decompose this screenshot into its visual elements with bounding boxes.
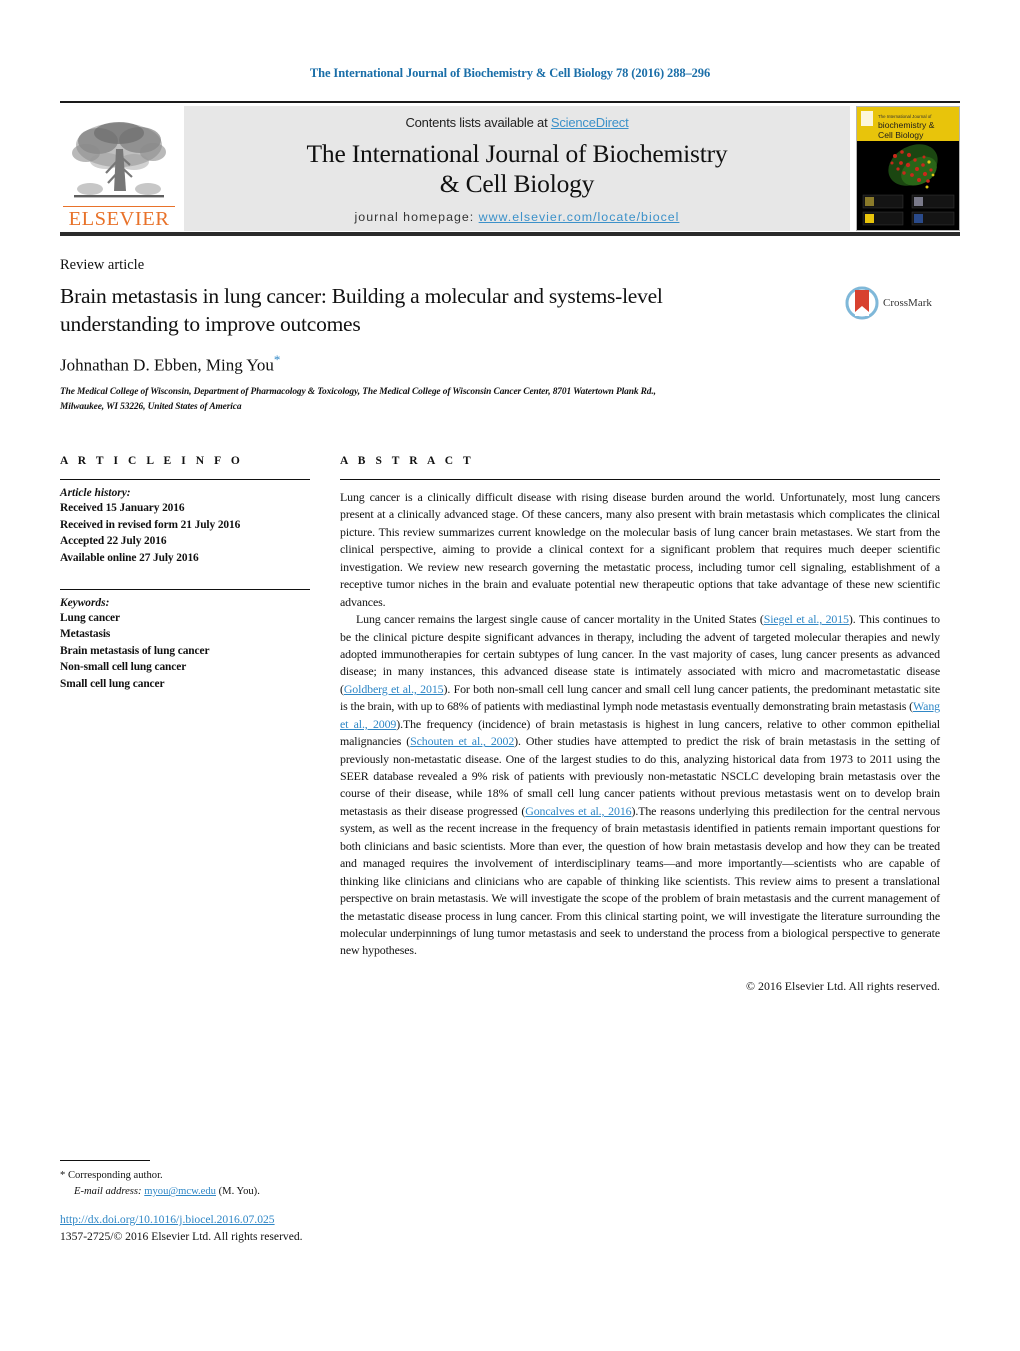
- journal-homepage-line: journal homepage: www.elsevier.com/locat…: [355, 210, 680, 224]
- keyword-item: Metastasis: [60, 628, 111, 641]
- email-suffix: (M. You).: [218, 1186, 260, 1198]
- keywords-block: Keywords: Lung cancer Metastasis Brain m…: [60, 597, 310, 693]
- history-item: Received 15 January 2016: [60, 502, 185, 514]
- crossmark-icon: [845, 286, 879, 320]
- citation-link[interactable]: Wang et al., 2009: [340, 699, 940, 730]
- journal-cover-thumbnail: The International Journal of biochemistr…: [856, 106, 960, 231]
- article-type-label: Review article: [60, 257, 145, 273]
- email-note: E-mail address: myou@mcw.edu (M. You).: [60, 1184, 660, 1200]
- abstract-column: A B S T R A C T Lung cancer is a clinica…: [340, 455, 940, 994]
- footnote-rule: [60, 1160, 150, 1161]
- history-item: Accepted 22 July 2016: [60, 535, 167, 548]
- elsevier-logo: ELSEVIER: [60, 106, 178, 231]
- svg-text:Cell Biology: Cell Biology: [878, 130, 924, 140]
- page-title: Brain metastasis in lung cancer: Buildin…: [60, 284, 663, 336]
- keyword-item: Brain metastasis of lung cancer: [60, 644, 210, 657]
- crossmark-badge[interactable]: CrossMark: [845, 286, 932, 320]
- citation-link[interactable]: Siegel et al., 2015: [764, 612, 849, 626]
- issn-copyright-line: 1357-2725/© 2016 Elsevier Ltd. All right…: [60, 1229, 303, 1243]
- journal-title: The International Journal of Biochemistr…: [307, 139, 728, 199]
- citation-link[interactable]: Schouten et al., 2002: [410, 734, 514, 748]
- keyword-item: Small cell lung cancer: [60, 678, 165, 691]
- sciencedirect-link[interactable]: ScienceDirect: [551, 115, 629, 130]
- email-link[interactable]: myou@mcw.edu: [144, 1186, 216, 1197]
- abstract-rule: [340, 479, 940, 480]
- corresponding-author-note: * Corresponding author.: [60, 1170, 163, 1181]
- abstract-heading: A B S T R A C T: [340, 455, 475, 467]
- author-list: Johnathan D. Ebben, Ming You*: [60, 352, 280, 376]
- author-names: Johnathan D. Ebben, Ming You: [60, 355, 274, 375]
- corresponding-author-marker: *: [273, 352, 281, 367]
- doi-link[interactable]: http://dx.doi.org/10.1016/j.biocel.2016.…: [60, 1213, 275, 1226]
- contents-prefix-text: Contents lists available at: [405, 114, 551, 130]
- abstract-paragraph-1: Lung cancer is a clinically difficult di…: [340, 490, 940, 609]
- footnote-block: * Corresponding author. E-mail address: …: [60, 1168, 660, 1200]
- history-item: Received in revised form 21 July 2016: [60, 518, 241, 531]
- cover-artwork-icon: The International Journal of biochemistr…: [857, 107, 959, 230]
- title-top-rule: [60, 232, 960, 236]
- journal-band: Contents lists available at ScienceDirec…: [184, 106, 850, 231]
- elsevier-wordmark: ELSEVIER: [63, 205, 175, 230]
- article-info-heading: A R T I C L E I N F O: [60, 455, 244, 467]
- abstract-paragraph-2: Lung cancer remains the largest single c…: [340, 612, 941, 958]
- journal-homepage-link[interactable]: www.elsevier.com/locate/biocel: [479, 210, 680, 224]
- article-history-label: Article history:: [60, 487, 131, 499]
- keywords-rule: [60, 588, 310, 590]
- article-info-column: A R T I C L E I N F O Article history: R…: [60, 455, 310, 693]
- copyright-notice: © 2016 Elsevier Ltd. All rights reserved…: [746, 978, 940, 993]
- svg-text:The International Journal of: The International Journal of: [878, 114, 932, 119]
- doi-block: http://dx.doi.org/10.1016/j.biocel.2016.…: [60, 1212, 303, 1246]
- history-item: Available online 27 July 2016: [60, 551, 199, 564]
- citation-link[interactable]: Goncalves et al., 2016: [525, 804, 631, 818]
- article-info-rule: [60, 479, 310, 480]
- affiliation: The Medical College of Wisconsin, Depart…: [60, 387, 656, 412]
- keywords-label: Keywords:: [60, 596, 110, 609]
- citation-link[interactable]: Goldberg et al., 2015: [344, 682, 444, 696]
- running-head: The International Journal of Biochemistr…: [309, 66, 711, 80]
- contents-list-line: Contents lists available at ScienceDirec…: [405, 115, 628, 130]
- email-label: E-mail address:: [74, 1186, 142, 1198]
- journal-article-page: The International Journal of Biochemistr…: [0, 0, 1020, 1351]
- journal-title-line2: & Cell Biology: [439, 169, 595, 198]
- homepage-prefix-text: journal homepage:: [354, 210, 479, 225]
- svg-text:biochemistry &: biochemistry &: [878, 120, 935, 130]
- keyword-item: Lung cancer: [60, 611, 120, 624]
- keyword-item: Non-small cell lung cancer: [60, 661, 187, 674]
- crossmark-label: CrossMark: [883, 297, 932, 309]
- journal-title-line1: The International Journal of Biochemistr…: [306, 138, 728, 168]
- journal-masthead: ELSEVIER Contents lists available at Sci…: [60, 101, 960, 231]
- elsevier-tree-icon: [72, 121, 166, 197]
